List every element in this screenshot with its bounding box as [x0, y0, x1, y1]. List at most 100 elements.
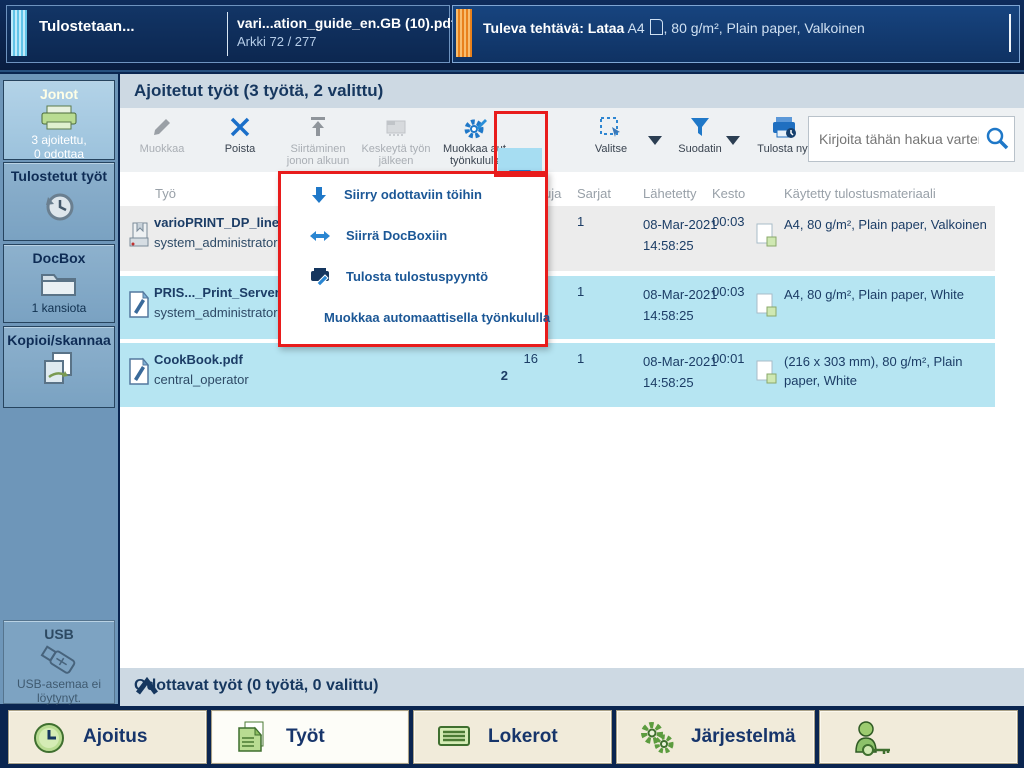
job-media: (216 x 303 mm), 80 g/m², Plain paper, Wh… [784, 354, 963, 388]
job-name: CookBook.pdf [154, 352, 243, 367]
job-sent: 08-Mar-2021 14:58:25 [643, 354, 718, 390]
pencil-icon [124, 115, 200, 141]
sidebar-item-queues[interactable]: Jonot 3 ajoitettu, 0 odottaa [3, 80, 115, 161]
tab-schedule[interactable]: Ajoitus [8, 710, 207, 764]
suspend-icon [358, 115, 434, 141]
more-actions-menu: Siirry odottaviin töihin Siirrä DocBoxii… [278, 171, 550, 347]
job-media: A4, 80 g/m², Plain paper, Valkoinen [784, 217, 987, 232]
tab-jobs[interactable]: Työt [211, 710, 409, 764]
sidebar-item-copy-scan[interactable]: Kopioi/skannaa [3, 326, 115, 408]
filter-caret-icon[interactable] [726, 136, 740, 145]
history-icon [46, 193, 74, 221]
edit-button[interactable]: Muokkaa [124, 112, 200, 168]
toolbar: Muokkaa Poista Siirtäminen jonon alkuun … [120, 108, 1024, 205]
select-button[interactable]: Valitse [579, 112, 643, 168]
column-job[interactable]: Työ [155, 186, 176, 201]
media-icon [754, 359, 780, 390]
sidebar-docbox-status: 1 kansiota [31, 301, 87, 315]
job-owner: central_operator [154, 372, 249, 387]
pdf-job-icon [127, 290, 151, 325]
pdf-job-icon [127, 357, 151, 392]
job-pages-secondary: 2 [500, 368, 508, 383]
table-row-1[interactable]: varioPRINT_DP_line_G system_administrato… [120, 206, 995, 271]
menu-item-edit-auto-workflow[interactable]: Muokkaa automaattisella työnkululla [281, 297, 550, 338]
funnel-icon [669, 115, 731, 141]
suspend-after-job-button[interactable]: Keskeytä työn jälkeen [358, 112, 434, 168]
delete-button[interactable]: Poista [202, 112, 278, 168]
job-duration: 00:03 [712, 214, 745, 229]
menu-item-print-ticket[interactable]: Tulosta tulostuspyyntö [281, 256, 545, 297]
column-sent[interactable]: Lähetetty [643, 186, 697, 201]
gears-icon [639, 720, 677, 761]
move-to-top-button[interactable]: Siirtäminen jonon alkuun [280, 112, 356, 168]
menu-item-move-to-docbox[interactable]: Siirrä DocBoxiin [281, 215, 545, 256]
search-input[interactable] [817, 119, 981, 159]
next-task-stripes-icon [456, 9, 472, 57]
double-arrow-icon [310, 230, 330, 241]
sidebar-item-printed-jobs[interactable]: Tulostetut työt [3, 162, 115, 241]
clock-icon [31, 720, 67, 761]
menu-item-move-to-waiting[interactable]: Siirry odottaviin töihin [281, 174, 545, 215]
current-job-filename: vari...ation_guide_en.GB (10).pdf [237, 15, 456, 31]
tab-system[interactable]: Järjestelmä [616, 710, 815, 764]
waiting-jobs-bar[interactable]: Odottavat työt (0 työtä, 0 valittu) [120, 668, 1024, 706]
arrow-down-icon [312, 186, 326, 203]
arrow-to-top-icon [280, 115, 356, 141]
current-job-panel: Tulostetaan... vari...ation_guide_en.GB … [6, 5, 456, 63]
copy-scan-icon [44, 352, 72, 384]
scheduled-jobs-header: Ajoitetut työt (3 työtä, 2 valittu) [120, 74, 1024, 108]
paper-icon [649, 19, 663, 35]
sheet-progress: Arkki 72 / 277 [237, 34, 317, 49]
sidebar-item-docbox[interactable]: DocBox 1 kansiota [3, 244, 115, 323]
select-caret-icon[interactable] [648, 136, 662, 145]
page-title: Ajoitetut työt (3 työtä, 2 valittu) [134, 81, 384, 100]
sidebar-docbox-label: DocBox [32, 250, 86, 266]
job-sets: 1 [577, 284, 585, 299]
usb-stick-icon [40, 645, 76, 674]
job-sets: 1 [577, 214, 585, 229]
delete-x-icon [202, 115, 278, 141]
job-owner: system_administrator [154, 235, 278, 250]
job-duration: 00:03 [712, 284, 745, 299]
next-task-panel: Tuleva tehtävä: Lataa A4 , 80 g/m², Plai… [452, 5, 1020, 63]
job-name: varioPRINT_DP_line_G [154, 215, 297, 230]
printer-icon [41, 105, 77, 130]
text-cursor [1009, 14, 1011, 52]
next-task-details: , 80 g/m², Plain paper, Valkoinen [663, 20, 865, 36]
printing-status-text: Tulostetaan... [39, 18, 135, 35]
jobs-document-icon [234, 720, 268, 761]
job-duration: 00:01 [712, 351, 745, 366]
print-ticket-icon [311, 267, 329, 287]
column-sets[interactable]: Sarjat [577, 186, 611, 201]
sidebar-queues-status: 3 ajoitettu, 0 odottaa [31, 133, 87, 161]
sidebar-usb-status: USB-asemaa ei löytynyt. [16, 677, 102, 705]
tab-trays[interactable]: Lokerot [413, 710, 612, 764]
sidebar: Jonot 3 ajoitettu, 0 odottaa Tulostetut … [0, 74, 120, 705]
chevron-up-icon[interactable] [134, 676, 1002, 703]
sidebar-copyscan-label: Kopioi/skannaa [7, 332, 111, 348]
job-pages: 16 [523, 351, 538, 366]
tray-icon [436, 720, 472, 757]
search-icon[interactable] [984, 126, 1010, 157]
printing-progress-stripes-icon [11, 10, 27, 56]
column-duration[interactable]: Kesto [712, 186, 745, 201]
filter-button[interactable]: Suodatin [669, 112, 731, 168]
search-box [808, 116, 1015, 162]
booklet-job-icon [127, 220, 153, 255]
table-row-2[interactable]: PRIS..._Print_Server_A system_administra… [120, 276, 995, 339]
column-media[interactable]: Käytetty tulostusmateriaali [784, 186, 936, 201]
folder-icon [41, 274, 76, 296]
operator-key-icon [850, 720, 894, 763]
media-icon [754, 292, 780, 323]
select-marquee-icon [579, 115, 643, 141]
table-row-3[interactable]: CookBook.pdf central_operator 16 2 1 08-… [120, 343, 995, 407]
sidebar-item-usb[interactable]: USB USB-asemaa ei löytynyt. [3, 620, 115, 705]
sidebar-usb-label: USB [44, 626, 74, 642]
next-task-media: A4 [627, 20, 645, 36]
sidebar-printed-label: Tulostetut työt [10, 168, 108, 184]
sidebar-queues-label: Jonot [39, 86, 79, 102]
job-media: A4, 80 g/m², Plain paper, White [784, 287, 964, 302]
tab-login[interactable] [819, 710, 1018, 764]
job-sent: 08-Mar-2021 14:58:25 [643, 287, 718, 323]
bottom-tabbar: Ajoitus Työt Lokerot Järjestelmä [0, 706, 1024, 768]
